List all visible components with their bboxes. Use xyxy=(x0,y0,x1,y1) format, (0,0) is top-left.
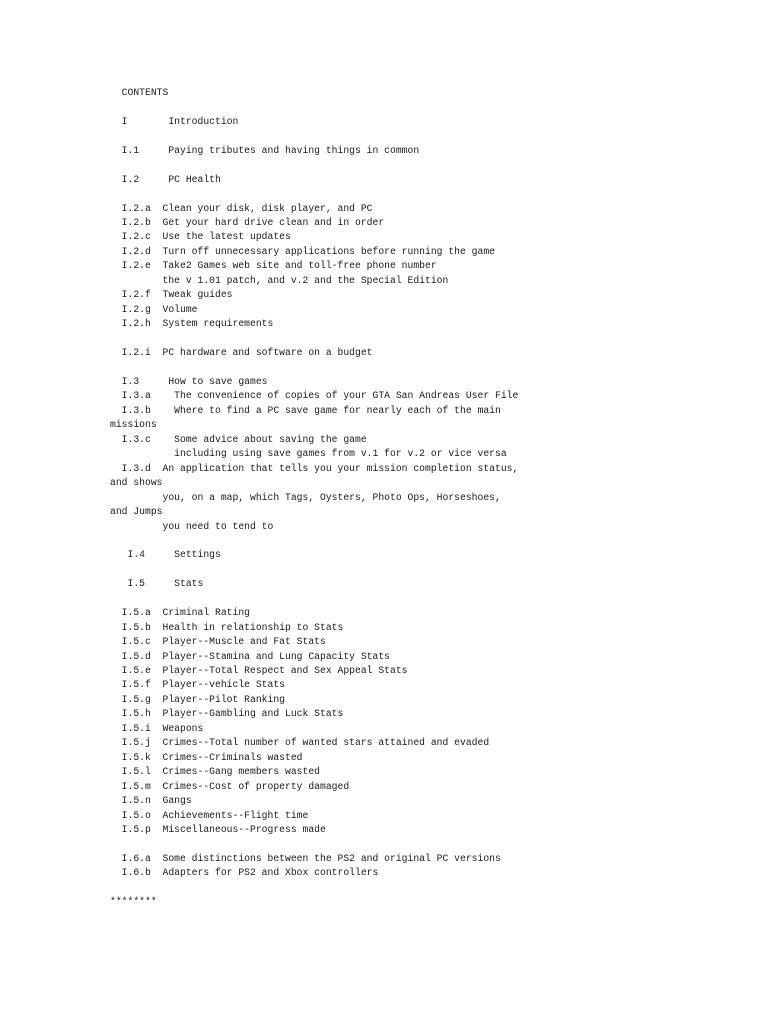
contents-entry: I.5.k Crimes--Criminals wasted xyxy=(110,751,303,763)
contents-entry: I.5 Stats xyxy=(110,578,204,590)
contents-entry: I.5.j Crimes--Total number of wanted sta… xyxy=(110,737,490,749)
contents-entry: I.5.f Player--vehicle Stats xyxy=(110,679,286,691)
continuation-line: you, on a map, which Tags, Oysters, Phot… xyxy=(110,491,501,503)
contents-entry: I.5.n Gangs xyxy=(110,795,192,807)
continuation-line: including using save games from v.1 for … xyxy=(110,448,507,460)
document-page: CONTENTS I Introduction I.1 Paying tribu… xyxy=(0,0,768,1024)
contents-entry: I.2.f Tweak guides xyxy=(110,289,233,301)
contents-entry: I.3.d An application that tells you your… xyxy=(110,462,519,474)
contents-entry: I.2.g Volume xyxy=(110,303,198,315)
contents-entry: I.5.e Player--Total Respect and Sex Appe… xyxy=(110,664,408,676)
contents-entry: I.2.h System requirements xyxy=(110,318,274,330)
contents-entry: I.5.g Player--Pilot Ranking xyxy=(110,693,286,705)
contents-entry: I.5.o Achievements--Flight time xyxy=(110,809,309,821)
contents-entry: I.2.b Get your hard drive clean and in o… xyxy=(110,217,385,229)
contents-entry: I.5.p Miscellaneous--Progress made xyxy=(110,823,326,835)
contents-entry: I.2 PC Health xyxy=(110,173,221,185)
contents-entry: I.5.a Criminal Rating xyxy=(110,607,251,619)
contents-entry: I Introduction xyxy=(110,115,239,127)
contents-entry: I.5.m Crimes--Cost of property damaged xyxy=(110,780,350,792)
section-separator: ******** xyxy=(110,896,157,908)
continuation-line: the v 1.01 patch, and v.2 and the Specia… xyxy=(110,274,449,286)
contents-entry: I.2.a Clean your disk, disk player, and … xyxy=(110,202,373,214)
contents-entry: I.2.c Use the latest updates xyxy=(110,231,291,243)
contents-entry: I.5.h Player--Gambling and Luck Stats xyxy=(110,708,344,720)
contents-entry: I.5.d Player--Stamina and Lung Capacity … xyxy=(110,650,391,662)
contents-entry: I.5.c Player--Muscle and Fat Stats xyxy=(110,636,326,648)
contents-entry: I.5.l Crimes--Gang members wasted xyxy=(110,766,321,778)
contents-entry: I.6.a Some distinctions between the PS2 … xyxy=(110,852,501,864)
contents-entry: I.3.c Some advice about saving the game xyxy=(110,433,367,445)
wrapped-text: and Jumps xyxy=(110,506,163,518)
contents-entry: I.6.b Adapters for PS2 and Xbox controll… xyxy=(110,867,379,879)
contents-entry: I.2.i PC hardware and software on a budg… xyxy=(110,347,373,359)
continuation-line: you need to tend to xyxy=(110,520,274,532)
page-title: CONTENTS xyxy=(110,87,169,98)
contents-entry: I.4 Settings xyxy=(110,549,221,561)
contents-entry: I.5.b Health in relationship to Stats xyxy=(110,621,344,633)
wrapped-text: and shows xyxy=(110,477,163,489)
table-of-contents: CONTENTS I Introduction I.1 Paying tribu… xyxy=(110,86,710,910)
wrapped-text: missions xyxy=(110,419,157,431)
contents-entry: I.1 Paying tributes and having things in… xyxy=(110,144,420,156)
contents-entry: I.2.d Turn off unnecessary applications … xyxy=(110,245,496,257)
contents-entry: I.3 How to save games xyxy=(110,375,268,387)
contents-entry: I.3.a The convenience of copies of your … xyxy=(110,390,519,402)
contents-entry: I.3.b Where to find a PC save game for n… xyxy=(110,404,501,416)
contents-entry: I.2.e Take2 Games web site and toll-free… xyxy=(110,260,437,272)
contents-entry: I.5.i Weapons xyxy=(110,722,204,734)
